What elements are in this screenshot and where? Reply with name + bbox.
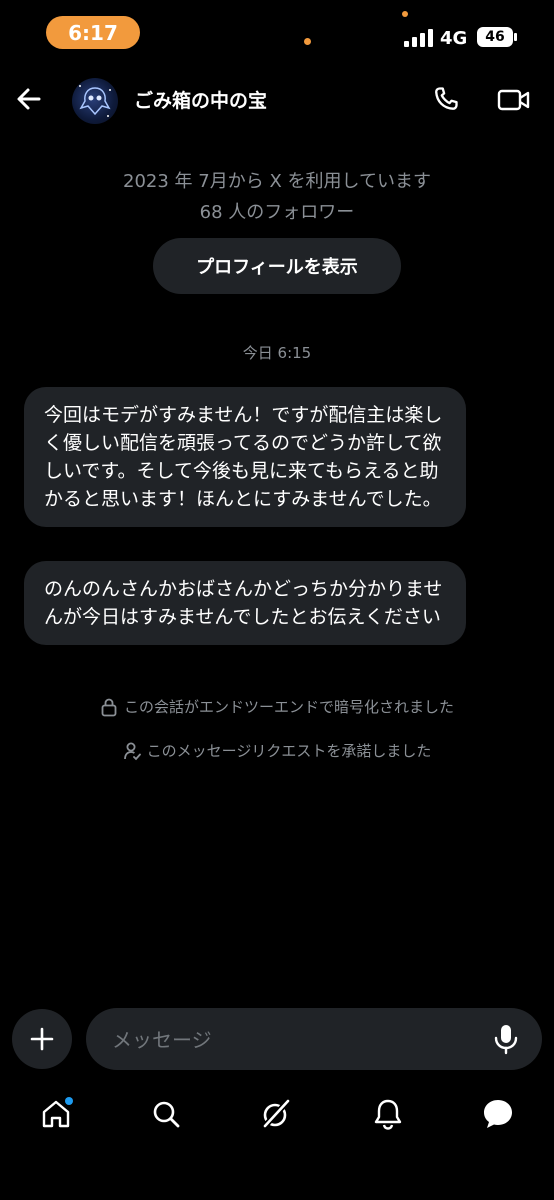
lock-icon (101, 698, 117, 716)
status-time: 6:17 (46, 16, 140, 49)
person-check-icon (123, 742, 141, 760)
add-attachment-button[interactable] (12, 1009, 72, 1069)
privacy-dot (304, 38, 311, 45)
avatar[interactable] (72, 78, 118, 124)
nav-search[interactable] (146, 1094, 186, 1134)
nav-messages[interactable] (478, 1094, 518, 1134)
messages-icon (484, 1100, 512, 1128)
follower-count: 68 人のフォロワー (199, 202, 355, 223)
message-composer[interactable] (86, 1008, 542, 1072)
message-bubble[interactable]: のんのんさんかおばさんかどっちか分かりませんが今日はすみませんでしたとお伝えくだ… (24, 561, 466, 645)
message-text: 今回はモデがすみません！ですが配信主は楽しく優しい配信を頑張ってるのでどうか許し… (44, 404, 443, 510)
mic-icon[interactable] (492, 1023, 520, 1055)
encryption-text: この会話がエンドツーエンドで暗号化されました (123, 698, 454, 716)
conversation-title[interactable]: ごみ箱の中の宝 (134, 86, 267, 113)
back-arrow-icon[interactable] (14, 84, 44, 114)
nav-notifications[interactable] (368, 1094, 408, 1134)
video-icon[interactable] (497, 86, 531, 114)
request-accepted-text: このメッセージリクエストを承諾しました (146, 742, 432, 760)
request-accepted-notice: このメッセージリクエストを承諾しました (0, 740, 554, 761)
message-text: のんのんさんかおばさんかどっちか分かりませんが今日はすみませんでしたとお伝えくだ… (44, 578, 443, 628)
network-type: 4G (440, 28, 468, 49)
nav-grok[interactable] (256, 1094, 296, 1134)
message-bubble[interactable]: 今回はモデがすみません！ですが配信主は楽しく優しい配信を頑張ってるのでどうか許し… (24, 387, 466, 527)
plus-icon (30, 1027, 54, 1051)
message-timestamp: 今日 6:15 (242, 344, 312, 362)
notification-dot (65, 1097, 73, 1105)
nav-home[interactable] (36, 1094, 76, 1134)
avatar-art (79, 78, 118, 117)
home-icon (42, 1097, 73, 1128)
view-profile-button[interactable]: プロフィールを表示 (153, 238, 401, 294)
signal-icon (404, 29, 433, 47)
battery-indicator: 46 (477, 27, 513, 47)
battery-cap (514, 33, 517, 41)
search-icon (153, 1101, 180, 1128)
bell-icon (374, 1099, 402, 1130)
phone-icon[interactable] (432, 85, 460, 113)
recording-dot (402, 11, 408, 17)
joined-text: 2023 年 7月から X を利用しています (123, 171, 431, 192)
grok-icon (262, 1098, 291, 1129)
message-input[interactable] (110, 1008, 474, 1072)
encryption-notice: この会話がエンドツーエンドで暗号化されました (0, 696, 554, 717)
